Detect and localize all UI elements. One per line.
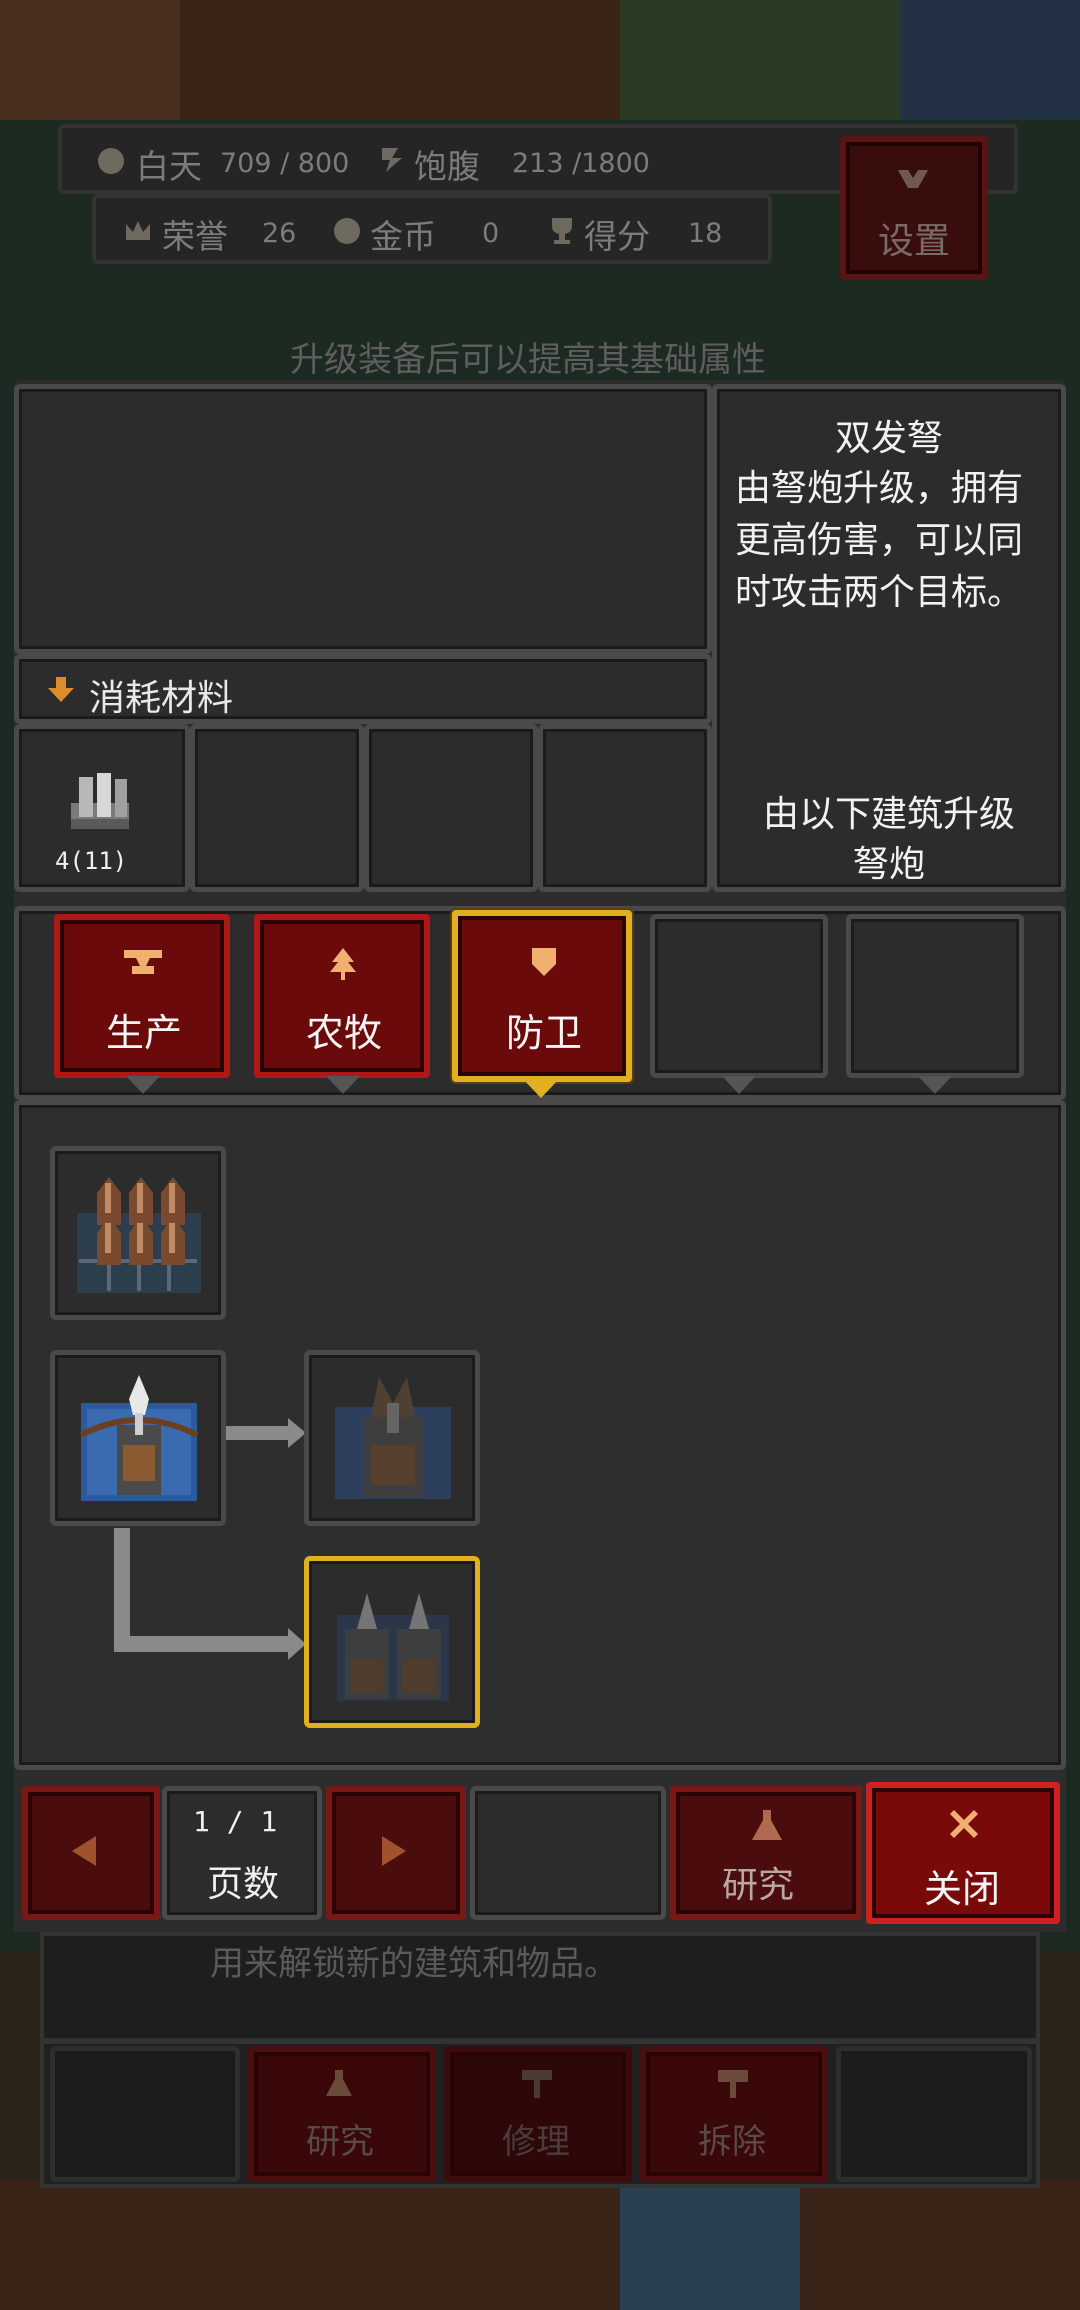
research-button-label: 研究 <box>722 1865 795 1906</box>
prev-page-button[interactable] <box>22 1786 160 1920</box>
research-button[interactable]: 研究 <box>670 1786 862 1920</box>
background-slot-empty-1 <box>50 2046 240 2182</box>
background-research-button: 研究 <box>248 2046 436 2182</box>
arrow-left-icon <box>72 1836 98 1870</box>
page-indicator: 1 / 1 页数 <box>162 1786 322 1920</box>
flask-icon-bg <box>326 2070 352 2100</box>
next-page-button[interactable] <box>326 1786 466 1920</box>
page-label: 页数 <box>207 1864 280 1905</box>
close-icon <box>948 1808 980 1844</box>
tree-node-ballista[interactable] <box>50 1350 226 1526</box>
arrow-right-icon <box>382 1836 408 1870</box>
background-desc-text: 用来解锁新的建筑和物品。 <box>210 1944 618 1984</box>
ballista-icon <box>77 1375 201 1509</box>
background-demolish-button: 拆除 <box>640 2046 828 2182</box>
spike-trap-icon <box>77 1173 201 1297</box>
axe-icon <box>718 2070 748 2102</box>
tree-node-heavy-ballista[interactable] <box>304 1350 480 1526</box>
twin-crossbow-icon <box>331 1579 455 1709</box>
tree-node-twin-crossbow[interactable] <box>304 1556 480 1728</box>
tree-connectors <box>114 1418 306 1660</box>
flask-icon <box>752 1810 782 1844</box>
close-button-label: 关闭 <box>924 1867 1001 1911</box>
background-repair-label: 修理 <box>502 2122 570 2162</box>
background-demolish-label: 拆除 <box>698 2122 766 2162</box>
background-research-label: 研究 <box>306 2122 374 2162</box>
background-slot-empty-2 <box>836 2046 1032 2182</box>
tree-node-spike-trap[interactable] <box>50 1146 226 1320</box>
page-value: 1 / 1 <box>193 1805 278 1838</box>
empty-footer-slot <box>470 1786 666 1920</box>
close-button[interactable]: 关闭 <box>866 1782 1060 1924</box>
background-repair-button: 修理 <box>444 2046 632 2182</box>
heavy-ballista-icon <box>331 1373 455 1507</box>
hammer-icon <box>522 2070 552 2102</box>
